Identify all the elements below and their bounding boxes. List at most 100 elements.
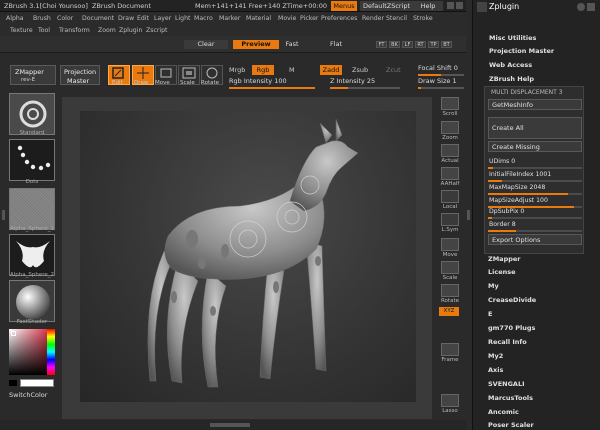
menu-picker[interactable]: Picker xyxy=(300,15,318,22)
panel-menu-icon[interactable] xyxy=(477,2,487,12)
menu-alpha[interactable]: Alpha xyxy=(6,15,24,22)
flat-button[interactable]: Flat xyxy=(325,40,347,49)
zmapper-button[interactable]: ZMapper rev-E xyxy=(10,65,56,85)
zoom-tool[interactable]: Zoom xyxy=(437,120,463,142)
plugin-my[interactable]: My xyxy=(488,282,499,290)
left-tray-toggle-icon[interactable] xyxy=(2,210,5,220)
material-thumb[interactable] xyxy=(9,280,55,322)
plugin-misc-utilities[interactable]: Misc Utilities xyxy=(489,34,536,42)
preview-button[interactable]: Preview xyxy=(233,40,279,49)
rgb-intensity-slider[interactable] xyxy=(229,87,315,89)
plugin-license[interactable]: License xyxy=(488,268,516,276)
z-intensity-slider[interactable] xyxy=(330,87,400,89)
plugin-ancomic[interactable]: Ancomic xyxy=(488,408,519,416)
plugin-axis[interactable]: Axis xyxy=(488,366,503,374)
menu-stroke[interactable]: Stroke xyxy=(413,15,433,22)
menus-toggle-button[interactable]: Menus xyxy=(331,1,357,11)
menu-draw[interactable]: Draw xyxy=(118,15,134,22)
panel-close-icon[interactable] xyxy=(587,3,595,11)
bottom-tray-toggle-icon[interactable] xyxy=(210,423,250,427)
zadd-button[interactable]: Zadd xyxy=(320,65,342,75)
plugin-e[interactable]: E xyxy=(488,310,492,318)
lasso-tool[interactable]: Lasso xyxy=(437,393,463,415)
menu-render[interactable]: Render xyxy=(362,15,384,22)
get-mesh-info-button[interactable]: GetMeshInfo xyxy=(488,99,582,110)
menu-transform[interactable]: Transform xyxy=(59,27,90,34)
menu-movie[interactable]: Movie xyxy=(278,15,296,22)
document-canvas[interactable] xyxy=(80,111,416,402)
aahalf-tool[interactable]: AAHalf xyxy=(437,166,463,188)
menu-zoom[interactable]: Zoom xyxy=(98,27,116,34)
create-missing-button[interactable]: Create Missing xyxy=(488,141,582,152)
plugin-my2[interactable]: My2 xyxy=(488,352,503,360)
front-view-button[interactable]: FT xyxy=(376,41,387,48)
scroll-tool[interactable]: Scroll xyxy=(437,96,463,118)
plugin-crease-divide[interactable]: CreaseDivide xyxy=(488,296,536,304)
hue-strip[interactable] xyxy=(47,329,55,375)
menu-tool[interactable]: Tool xyxy=(38,27,50,34)
menu-preferences[interactable]: Preferences xyxy=(321,15,357,22)
rotate-view-tool[interactable]: Rotate xyxy=(437,283,463,305)
export-options-button[interactable]: Export Options xyxy=(488,234,582,245)
plugin-projection-master[interactable]: Projection Master xyxy=(489,47,554,55)
move-view-tool[interactable]: Move xyxy=(437,237,463,259)
draw-size-slider[interactable] xyxy=(418,87,464,89)
alpha-thumb-1[interactable] xyxy=(9,188,55,230)
xyz-toggle-button[interactable]: XYZ xyxy=(439,307,459,316)
udims-slider[interactable]: UDims 0 xyxy=(488,158,582,169)
mrgb-button[interactable]: Mrgb xyxy=(229,67,245,74)
maximize-icon[interactable] xyxy=(456,2,463,9)
bottom-view-button[interactable]: BT xyxy=(441,41,452,48)
help-button[interactable]: Help xyxy=(413,1,443,11)
right-view-button[interactable]: RT xyxy=(415,41,426,48)
menu-color[interactable]: Color xyxy=(57,15,73,22)
dp-subpix-slider[interactable]: DpSubPix 0 xyxy=(488,208,582,219)
standard-brush-thumb[interactable] xyxy=(9,93,55,135)
menu-edit[interactable]: Edit xyxy=(137,15,149,22)
map-size-adjust-slider[interactable]: MapSizeAdjust 100 xyxy=(488,197,582,208)
create-all-button[interactable]: Create All xyxy=(488,117,582,139)
default-zscript-button[interactable]: DefaultZScript xyxy=(360,1,414,11)
plugin-svengali[interactable]: SVENGALI xyxy=(488,380,525,388)
focal-shift-slider[interactable] xyxy=(418,74,464,76)
plugin-recall-info[interactable]: Recall Info xyxy=(488,338,527,346)
menu-brush[interactable]: Brush xyxy=(33,15,51,22)
alpha-thumb-2[interactable] xyxy=(9,234,55,276)
menu-macro[interactable]: Macro xyxy=(194,15,213,22)
primary-color-swatch[interactable] xyxy=(9,380,17,386)
secondary-color-swatch[interactable] xyxy=(20,379,54,387)
fast-button[interactable]: Fast xyxy=(281,40,303,49)
plugin-web-access[interactable]: Web Access xyxy=(489,61,532,69)
dots-stroke-thumb[interactable] xyxy=(9,139,55,181)
border-slider[interactable]: Border 8 xyxy=(488,221,582,232)
menu-zscript[interactable]: Zscript xyxy=(146,27,167,34)
plugin-gm770-plugs[interactable]: gm770 Plugs xyxy=(488,324,535,332)
menu-layer[interactable]: Layer xyxy=(154,15,171,22)
zcut-button[interactable]: Zcut xyxy=(386,67,401,74)
clear-button[interactable]: Clear xyxy=(184,40,228,49)
initial-file-index-slider[interactable]: InitialFileIndex 1001 xyxy=(488,171,582,182)
lsym-tool[interactable]: L.Sym xyxy=(437,212,463,234)
minimize-icon[interactable] xyxy=(447,2,454,9)
plugin-marcus-tools[interactable]: MarcusTools xyxy=(488,394,533,402)
actual-tool[interactable]: Actual xyxy=(437,143,463,165)
top-view-button[interactable]: TP xyxy=(428,41,439,48)
left-view-button[interactable]: LF xyxy=(402,41,413,48)
plugin-poser-scaler[interactable]: Poser Scaler xyxy=(488,421,534,429)
m-button[interactable]: M xyxy=(289,67,295,74)
menu-zplugin[interactable]: Zplugin xyxy=(119,27,142,34)
local-tool[interactable]: Local xyxy=(437,189,463,211)
menu-document[interactable]: Document xyxy=(82,15,114,22)
menu-light[interactable]: Light xyxy=(175,15,190,22)
menu-stencil[interactable]: Stencil xyxy=(386,15,407,22)
right-tray-toggle-icon[interactable] xyxy=(467,210,470,220)
back-view-button[interactable]: BK xyxy=(389,41,400,48)
zsub-button[interactable]: Zsub xyxy=(352,67,368,74)
menu-marker[interactable]: Marker xyxy=(219,15,240,22)
plugin-zbrush-help[interactable]: ZBrush Help xyxy=(489,75,534,83)
menu-material[interactable]: Material xyxy=(246,15,271,22)
projection-master-button[interactable]: Projection Master xyxy=(60,65,100,85)
max-map-size-slider[interactable]: MaxMapSize 2048 xyxy=(488,184,582,195)
switch-color-button[interactable]: SwitchColor xyxy=(9,392,47,399)
rgb-button[interactable]: Rgb xyxy=(252,65,274,75)
